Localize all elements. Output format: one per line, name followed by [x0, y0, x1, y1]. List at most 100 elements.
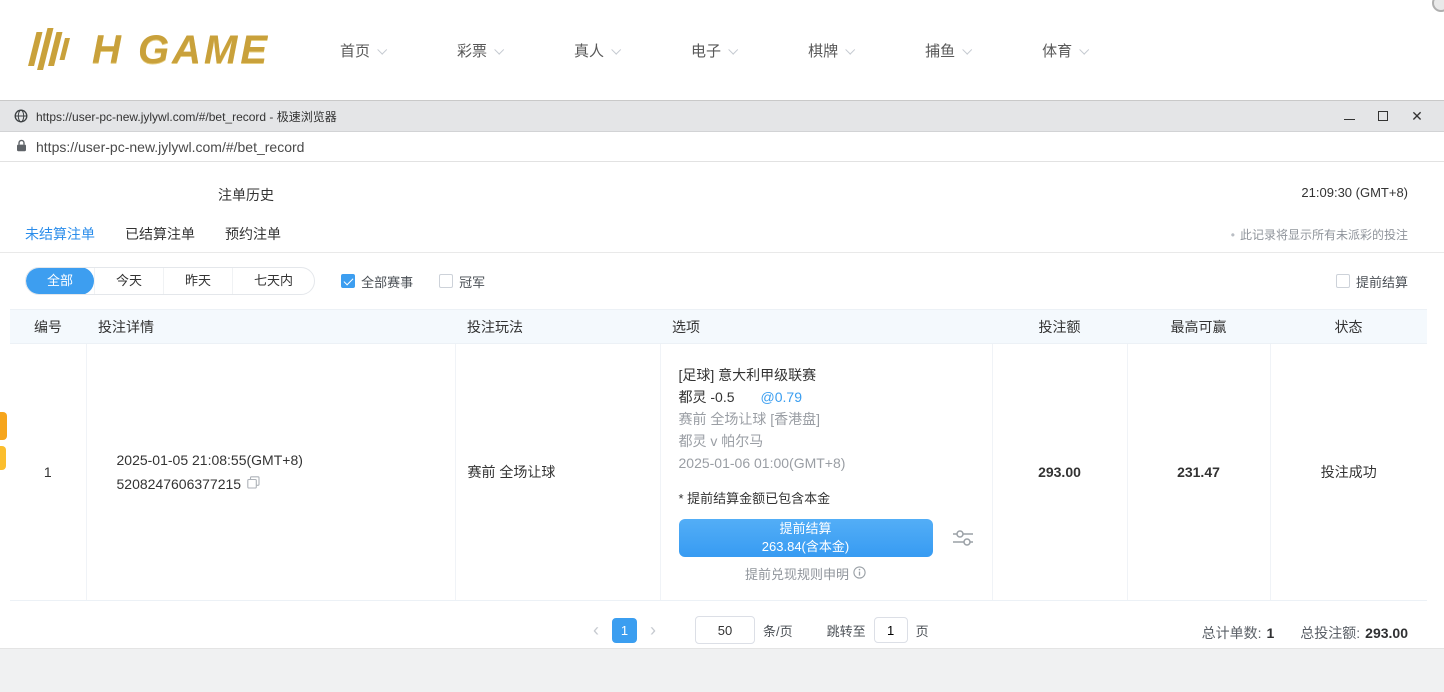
next-page-icon[interactable]: ›	[643, 618, 663, 642]
filter-today[interactable]: 今天	[94, 267, 163, 295]
bet-table: 编号 投注详情 投注玩法 选项 投注额 最高可赢 状态 1 2025-01-05…	[10, 309, 1427, 601]
browser-window: https://user-pc-new.jylywl.com/#/bet_rec…	[0, 100, 1444, 692]
copy-icon[interactable]	[247, 472, 260, 496]
col-header-maxwin: 最高可赢	[1127, 310, 1270, 344]
filter-yesterday[interactable]: 昨天	[163, 267, 232, 295]
selection-pick: 都灵 -0.5	[679, 386, 735, 408]
nav-item-live[interactable]: 真人	[574, 40, 619, 61]
total-count: 总计单数:1	[1202, 623, 1275, 643]
checkbox-checked-icon	[341, 274, 355, 288]
logo-icon	[28, 26, 86, 75]
bottom-gray-strip	[0, 648, 1444, 692]
filter-all[interactable]: 全部	[26, 267, 94, 295]
logo-text: H GAME	[92, 28, 270, 73]
tab-note-text: 此记录将显示所有未派彩的投注	[1240, 226, 1408, 243]
cashout-rules-link[interactable]: 提前兑现规则申明	[679, 564, 933, 586]
minimize-icon	[1344, 119, 1355, 120]
checkbox-all-events[interactable]: 全部赛事	[341, 272, 413, 291]
cashout-note: * 提前结算金额已包含本金	[679, 488, 982, 510]
jump-suffix: 页	[916, 621, 929, 640]
selection-match: 都灵 v 帕尔马	[679, 430, 982, 452]
cell-maxwin: 231.47	[1127, 344, 1270, 601]
table-row: 1 2025-01-05 21:08:55(GMT+8) 52082476063…	[10, 344, 1427, 601]
chevron-down-icon	[728, 44, 738, 54]
checkbox-unchecked-icon	[1336, 274, 1350, 288]
selection-odds: @0.79	[761, 386, 802, 408]
checkbox-early-settle[interactable]: 提前结算	[1336, 272, 1408, 291]
cashout-slider-icon[interactable]	[951, 528, 975, 548]
url-text: https://user-pc-new.jylywl.com/#/bet_rec…	[36, 139, 304, 155]
close-button[interactable]: ✕	[1400, 103, 1434, 129]
cashout-button-amount: 263.84(含本金)	[679, 538, 933, 556]
maximize-button[interactable]	[1366, 103, 1400, 129]
tab-reserved[interactable]: 预约注单	[225, 224, 281, 246]
col-header-id: 编号	[10, 310, 86, 344]
cashout-button[interactable]: 提前结算 263.84(含本金)	[679, 519, 933, 557]
prev-page-icon[interactable]: ‹	[586, 618, 606, 642]
cell-status: 投注成功	[1270, 344, 1427, 601]
page-title: 注单历史	[218, 185, 274, 205]
chevron-down-icon	[611, 44, 621, 54]
page-number-active[interactable]: 1	[612, 618, 637, 643]
per-page-input[interactable]	[695, 616, 755, 644]
cell-play: 赛前 全场让球	[455, 344, 660, 601]
tab-note: • 此记录将显示所有未派彩的投注	[1231, 226, 1408, 243]
total-count-label: 总计单数:	[1202, 625, 1262, 641]
cashout-rules-text: 提前兑现规则申明	[745, 564, 849, 586]
close-icon: ✕	[1411, 109, 1423, 123]
nav-item-cards[interactable]: 棋牌	[808, 40, 853, 61]
brand-logo[interactable]: H GAME	[28, 26, 270, 75]
nav-label: 电子	[691, 40, 721, 61]
checkbox-label: 冠军	[459, 272, 485, 291]
cashout-button-label: 提前结算	[679, 520, 933, 538]
checkbox-unchecked-icon	[439, 274, 453, 288]
floating-widget-fragment	[0, 446, 6, 470]
window-controls: ✕	[1332, 103, 1434, 129]
nav-item-fishing[interactable]: 捕鱼	[925, 40, 970, 61]
nav-label: 棋牌	[808, 40, 838, 61]
nav-label: 捕鱼	[925, 40, 955, 61]
col-header-details: 投注详情	[86, 310, 455, 344]
tab-unsettled[interactable]: 未结算注单	[25, 224, 95, 246]
chevron-down-icon	[845, 44, 855, 54]
jump-page-input[interactable]	[874, 617, 908, 643]
total-count-value: 1	[1266, 625, 1274, 641]
nav-item-lottery[interactable]: 彩票	[457, 40, 502, 61]
chevron-down-icon	[1079, 44, 1089, 54]
cell-selection: [足球] 意大利甲级联赛 都灵 -0.5 @0.79 赛前 全场让球 [香港盘]…	[660, 344, 992, 601]
cut-off-corner-icon	[1432, 0, 1444, 12]
selection-market: 赛前 全场让球 [香港盘]	[679, 408, 982, 430]
chevron-down-icon	[962, 44, 972, 54]
total-amount-label: 总投注额:	[1300, 625, 1360, 641]
total-amount-value: 293.00	[1365, 625, 1408, 641]
bullet-icon: •	[1231, 228, 1235, 242]
cell-id: 1	[10, 344, 86, 601]
selection-league: [足球] 意大利甲级联赛	[679, 364, 982, 386]
checkbox-champion[interactable]: 冠军	[439, 272, 485, 291]
maximize-icon	[1378, 111, 1388, 121]
filter-seven-days[interactable]: 七天内	[232, 267, 314, 295]
table-header-row: 编号 投注详情 投注玩法 选项 投注额 最高可赢 状态	[10, 310, 1427, 344]
bet-record-page: 注单历史 21:09:30 (GMT+8) 未结算注单 已结算注单 预约注单 •…	[0, 163, 1444, 692]
nav-item-home[interactable]: 首页	[340, 40, 385, 61]
nav-label: 首页	[340, 40, 370, 61]
total-amount: 总投注额: 293.00	[1300, 623, 1408, 643]
checkbox-label: 提前结算	[1356, 272, 1408, 291]
nav-label: 真人	[574, 40, 604, 61]
tab-settled[interactable]: 已结算注单	[125, 224, 195, 246]
nav-item-sports[interactable]: 体育	[1042, 40, 1087, 61]
totals: 总计单数:1 总投注额: 293.00	[1202, 623, 1408, 643]
browser-tab-title: https://user-pc-new.jylywl.com/#/bet_rec…	[36, 108, 337, 125]
selection-match-time: 2025-01-06 01:00(GMT+8)	[679, 452, 982, 474]
cell-details: 2025-01-05 21:08:55(GMT+8) 5208247606377…	[86, 344, 455, 601]
main-nav: 首页 彩票 真人 电子 棋牌 捕鱼 体育	[340, 40, 1087, 61]
nav-item-slots[interactable]: 电子	[691, 40, 736, 61]
col-header-amount: 投注额	[992, 310, 1127, 344]
page-head: 注单历史 21:09:30 (GMT+8)	[0, 163, 1444, 217]
filter-bar: 全部 今天 昨天 七天内 全部赛事 冠军 提前结算	[0, 253, 1444, 307]
minimize-button[interactable]	[1332, 103, 1366, 129]
browser-addressbar[interactable]: https://user-pc-new.jylywl.com/#/bet_rec…	[0, 132, 1444, 162]
nav-label: 彩票	[457, 40, 487, 61]
nav-label: 体育	[1042, 40, 1072, 61]
browser-titlebar[interactable]: https://user-pc-new.jylywl.com/#/bet_rec…	[0, 101, 1444, 132]
